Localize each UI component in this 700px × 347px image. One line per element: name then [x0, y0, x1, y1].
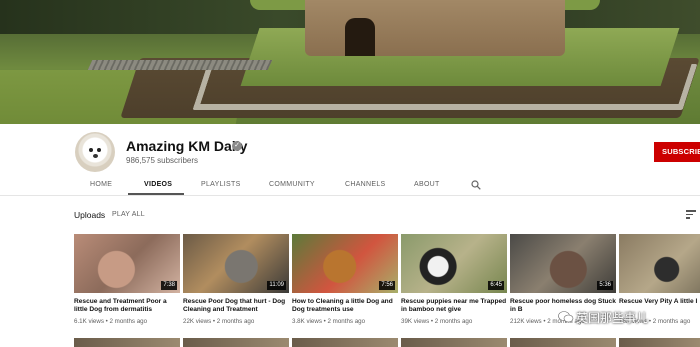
video-duration: 5:36: [597, 281, 613, 290]
wechat-icon: [558, 311, 574, 323]
video-thumbnail[interactable]: 11:09: [183, 234, 289, 293]
video-title[interactable]: Rescue puppies near me Trapped in bamboo…: [401, 298, 507, 315]
video-thumbnail[interactable]: 5:36: [510, 234, 616, 293]
video-meta: 22K views • 2 months ago: [183, 318, 255, 325]
video-thumbnail-partial[interactable]: [401, 338, 507, 347]
avatar-eye: [89, 148, 93, 152]
video-thumbnail-partial[interactable]: [183, 338, 289, 347]
avatar-nose: [93, 154, 98, 158]
tab-videos[interactable]: VIDEOS: [144, 181, 172, 188]
video-meta: 6.1K views • 2 months ago: [74, 318, 148, 325]
tab-channels[interactable]: CHANNELS: [345, 181, 386, 188]
active-tab-underline: [128, 193, 184, 195]
banner-hut-door: [345, 18, 375, 56]
avatar-eye: [97, 148, 101, 152]
video-title[interactable]: Rescue Poor Dog that hurt - Dog Cleaning…: [183, 298, 289, 315]
subscribe-button[interactable]: SUBSCRIBE: [654, 142, 700, 162]
video-thumbnail[interactable]: 6:45: [401, 234, 507, 293]
video-meta: 3.8K views • 2 months ago: [292, 318, 366, 325]
video-title[interactable]: How to Cleaning a little Dog and Dog tre…: [292, 298, 398, 315]
tab-home[interactable]: HOME: [90, 181, 112, 188]
tab-playlists[interactable]: PLAYLISTS: [201, 181, 241, 188]
channel-avatar[interactable]: [75, 132, 115, 172]
banner-hut: [305, 0, 565, 56]
video-duration: 6:45: [488, 281, 504, 290]
search-icon[interactable]: [471, 180, 481, 190]
video-card[interactable]: 11:09 Rescue Poor Dog that hurt - Dog Cl…: [183, 234, 289, 325]
video-thumbnail[interactable]: [619, 234, 700, 293]
tab-community[interactable]: COMMUNITY: [269, 181, 315, 188]
banner-bridge: [87, 60, 273, 70]
video-thumbnail-partial[interactable]: [619, 338, 700, 347]
subscriber-count: 986,575 subscribers: [126, 156, 199, 165]
video-thumbnail[interactable]: 7:38: [74, 234, 180, 293]
video-duration: 7:56: [379, 281, 395, 290]
uploads-title: Uploads: [74, 210, 106, 220]
video-title[interactable]: Rescue and Treatment Poor a little Dog f…: [74, 298, 180, 315]
channel-banner: [0, 0, 700, 124]
sort-icon[interactable]: [686, 210, 696, 219]
verified-check-icon: ✓: [232, 141, 242, 151]
tab-about[interactable]: ABOUT: [414, 181, 440, 188]
video-thumbnail-partial[interactable]: [510, 338, 616, 347]
video-meta: 39K views • 2 months ago: [401, 318, 473, 325]
video-card[interactable]: 7:56 How to Cleaning a little Dog and Do…: [292, 234, 398, 325]
watermark-text: 英国那些事儿: [576, 311, 649, 325]
video-thumbnail-partial[interactable]: [74, 338, 180, 347]
video-thumbnail-partial[interactable]: [292, 338, 398, 347]
video-duration: 7:38: [161, 281, 177, 290]
video-card[interactable]: 7:38 Rescue and Treatment Poor a little …: [74, 234, 180, 325]
channel-name: Amazing KM Daily: [126, 138, 248, 154]
play-all-button[interactable]: PLAY ALL: [112, 211, 145, 218]
video-duration: 11:09: [267, 281, 286, 290]
video-card[interactable]: 6:45 Rescue puppies near me Trapped in b…: [401, 234, 507, 325]
video-thumbnail[interactable]: 7:56: [292, 234, 398, 293]
